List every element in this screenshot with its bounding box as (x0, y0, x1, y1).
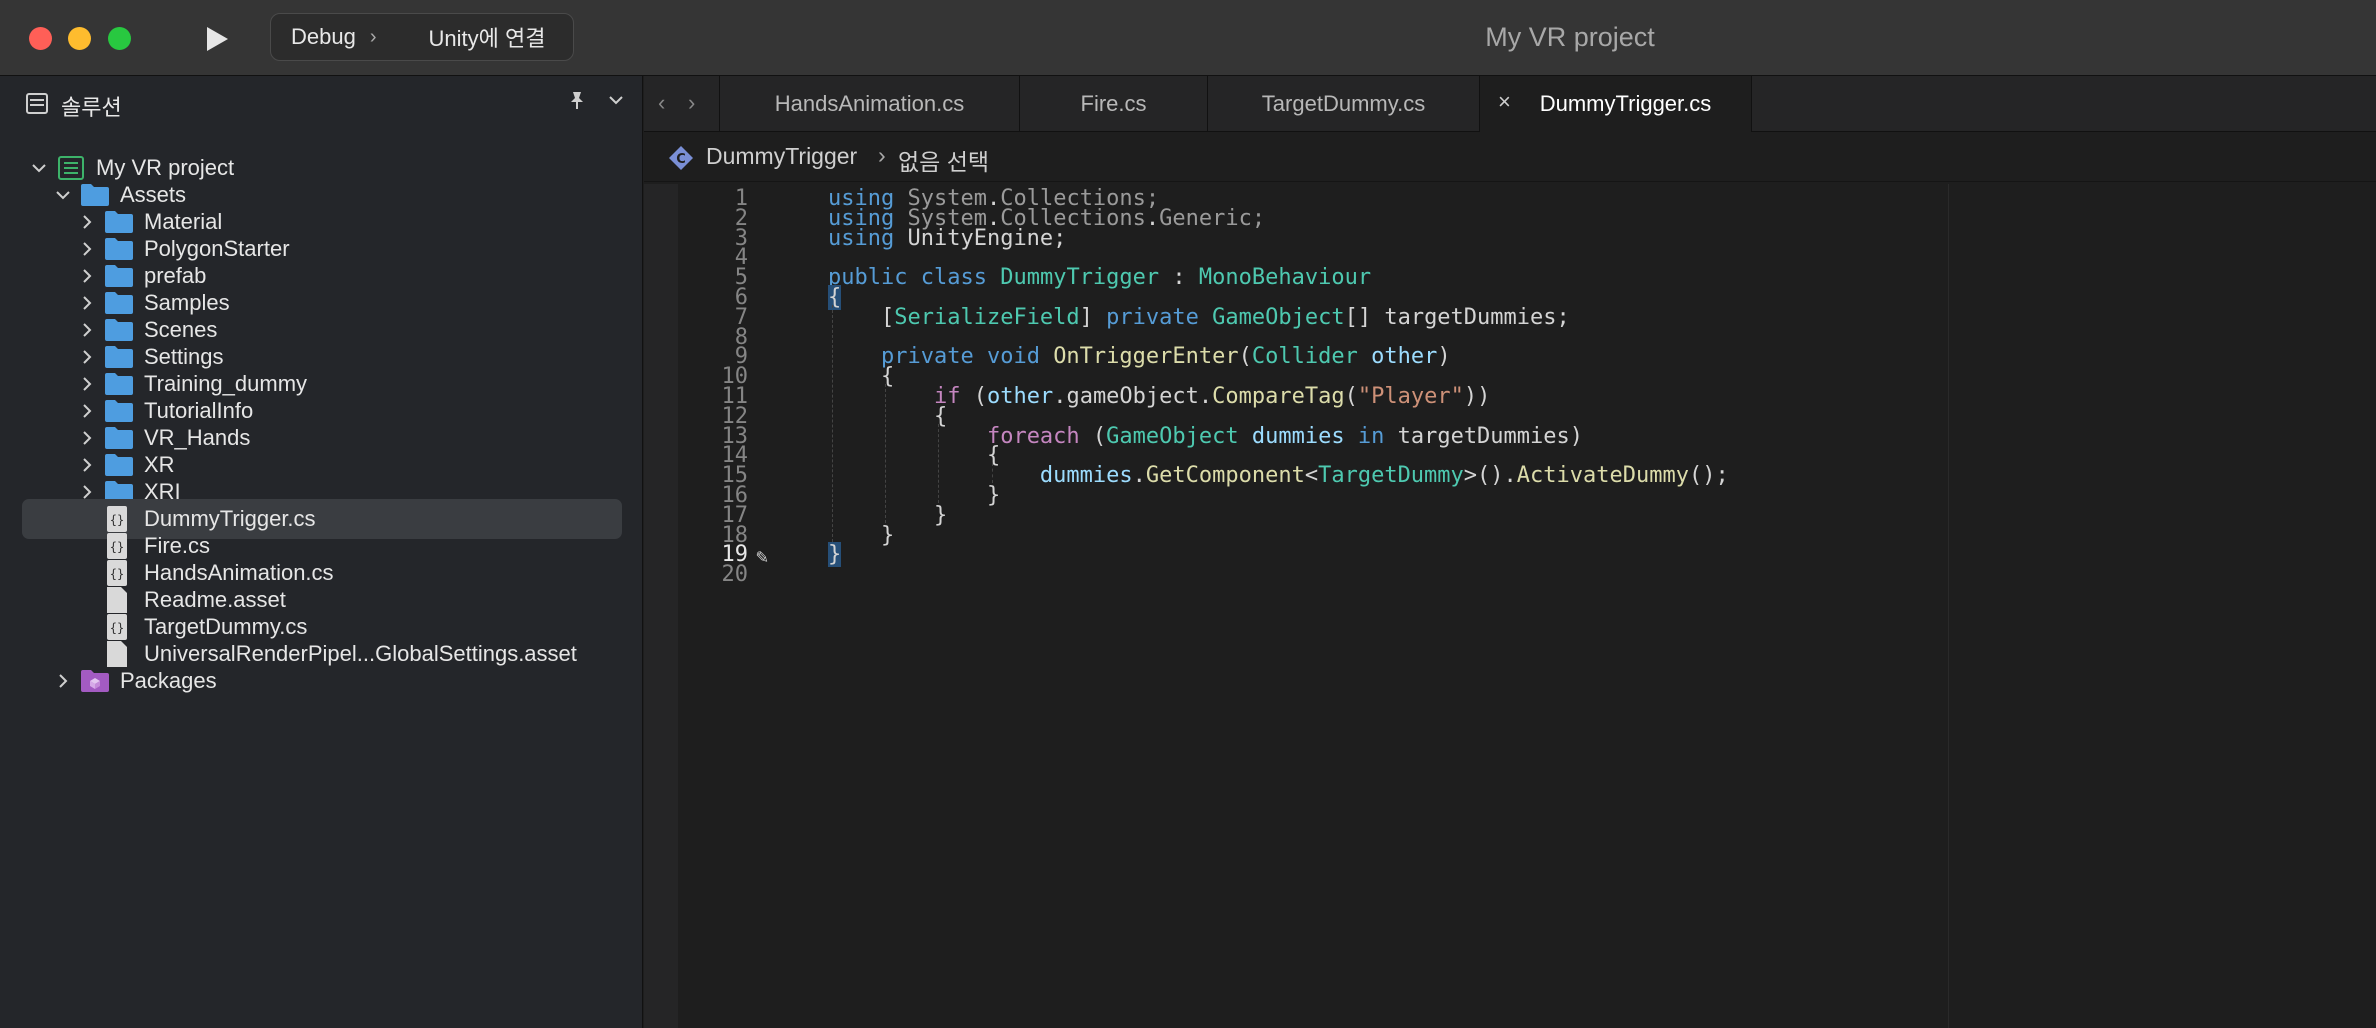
chevron-right-icon: › (369, 25, 377, 48)
code-line[interactable]: 20 (678, 562, 1948, 592)
tab-dummytrigger[interactable]: × DummyTrigger.cs (1480, 76, 1752, 132)
tab-handsanimation[interactable]: HandsAnimation.cs (720, 76, 1020, 132)
indent-guide (991, 463, 993, 483)
svg-text:{}: {} (110, 621, 124, 635)
chevron-left-icon[interactable]: ‹ (658, 90, 665, 116)
title-bar: Debug › Unity에 연결 My VR project (0, 0, 2376, 76)
breadcrumb-member-selector[interactable]: 없음 선택 (898, 143, 989, 177)
chevron-right-icon[interactable]: › (688, 90, 695, 116)
editor-gutter (644, 184, 678, 1028)
indent-guide (832, 304, 833, 543)
indent-guide (938, 423, 940, 503)
sidebar-title: 솔루션 (61, 95, 122, 120)
tab-bar: ‹ › HandsAnimation.cs Fire.cs TargetDumm… (644, 76, 2376, 132)
svg-text:C: C (676, 152, 686, 167)
tab-label: Fire.cs (1080, 91, 1147, 116)
solution-sidebar: 솔루션 My VR project Assets Material PolygonSt… (0, 76, 643, 1028)
tab-navigation: ‹ › (644, 76, 720, 132)
chevron-right-icon: › (878, 142, 886, 168)
solution-panel-icon (26, 93, 48, 114)
tab-label: DummyTrigger.cs (1539, 91, 1712, 116)
line-number: 20 (721, 562, 749, 588)
tab-fire[interactable]: Fire.cs (1020, 76, 1208, 132)
chevron-down-icon[interactable] (606, 90, 626, 110)
class-icon: C (669, 146, 693, 170)
run-configuration-selector[interactable]: Debug › Unity에 연결 (270, 13, 574, 61)
tree-item-label: Packages (120, 668, 217, 693)
tab-targetdummy[interactable]: TargetDummy.cs (1208, 76, 1480, 132)
svg-text:{}: {} (110, 540, 124, 554)
indent-guide (885, 384, 887, 523)
svg-text:{}: {} (110, 513, 124, 527)
tree-item[interactable]: Packages (22, 661, 622, 701)
svg-text:{}: {} (110, 567, 124, 581)
run-button[interactable] (200, 22, 234, 56)
sidebar-header: 솔루션 (0, 76, 643, 132)
close-window-button[interactable] (29, 27, 52, 50)
window-title: My VR project (1485, 22, 1655, 52)
code-editor: ‹ › HandsAnimation.cs Fire.cs TargetDumm… (644, 76, 2376, 1028)
pin-icon[interactable] (568, 90, 586, 115)
chevron-right-icon[interactable] (54, 672, 72, 690)
minimize-window-button[interactable] (68, 27, 91, 50)
breadcrumb-class[interactable]: DummyTrigger (706, 143, 857, 170)
packages-folder-icon (81, 670, 109, 692)
close-icon[interactable]: × (1498, 89, 1511, 115)
run-target-label[interactable]: Unity에 연결 (429, 21, 546, 53)
play-icon (207, 27, 228, 51)
configuration-label[interactable]: Debug (291, 24, 356, 50)
tab-label: TargetDummy.cs (1261, 91, 1426, 116)
breadcrumb: C DummyTrigger › 없음 선택 (644, 132, 2376, 182)
tab-label: HandsAnimation.cs (774, 91, 965, 116)
zoom-window-button[interactable] (108, 27, 131, 50)
editor-ruler (1948, 184, 1949, 1028)
code-area[interactable]: 1 using System.Collections; 2 using System.… (678, 184, 1948, 1028)
